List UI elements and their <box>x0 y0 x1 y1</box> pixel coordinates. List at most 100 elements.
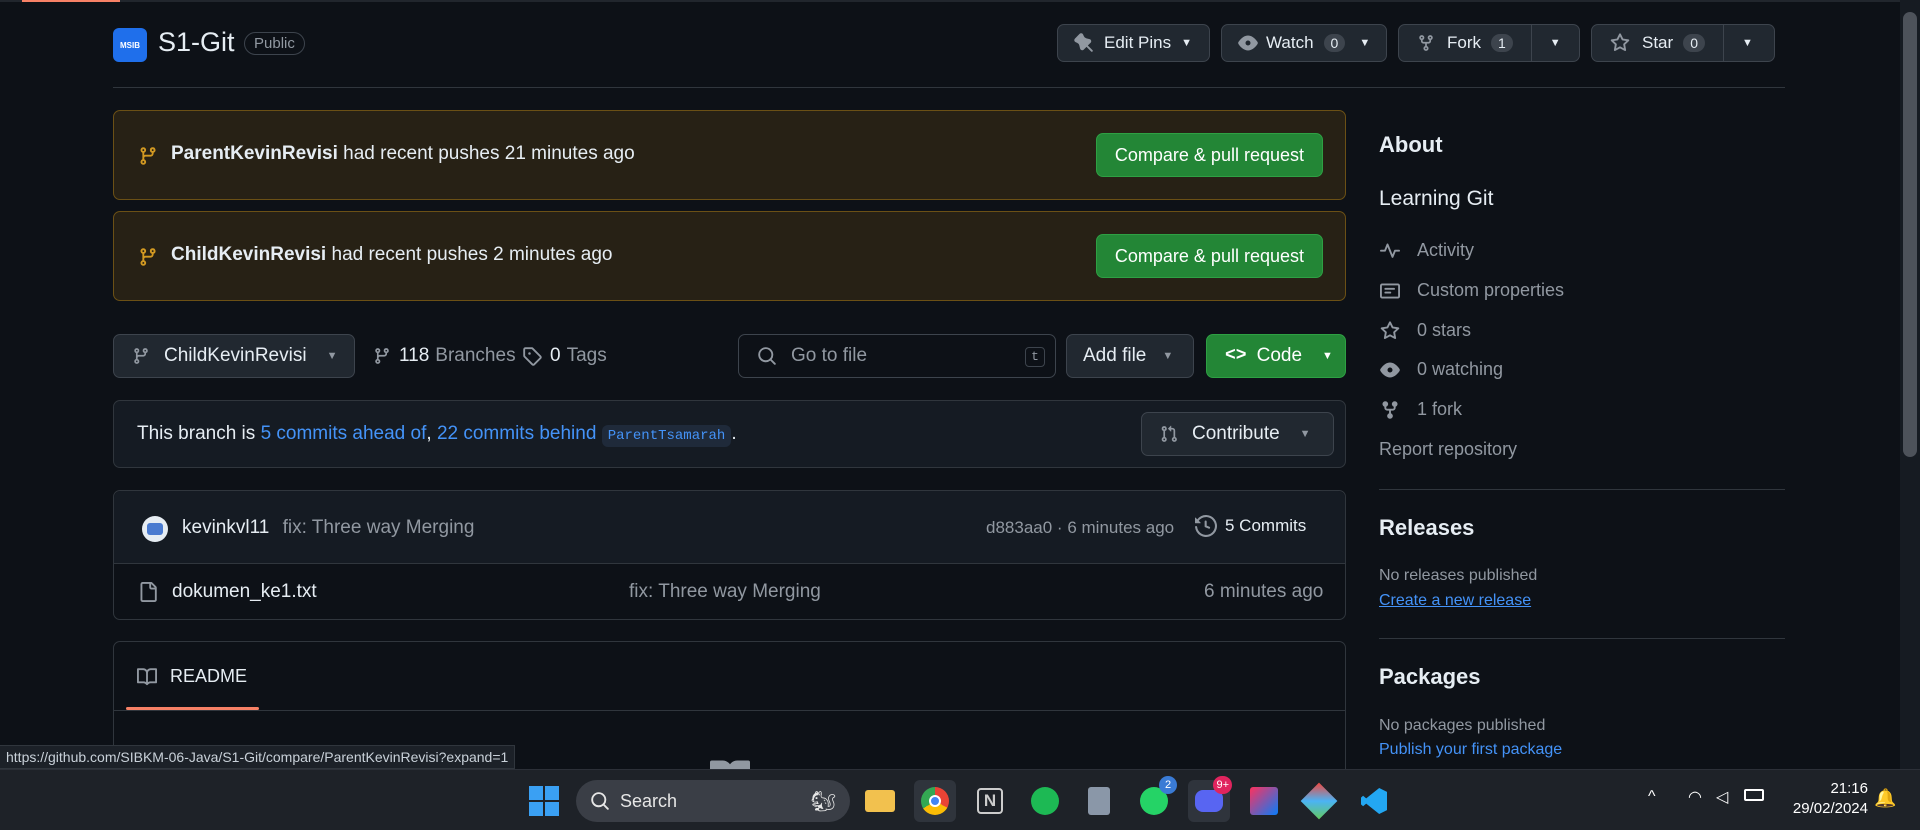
recent-push-banner: ChildKevinRevisi had recent pushes 2 min… <box>113 211 1346 301</box>
base-branch-link[interactable]: ParentTsamarah <box>601 425 732 447</box>
pushed-branch-name[interactable]: ChildKevinRevisi <box>171 244 326 265</box>
custom-properties-link[interactable]: Custom properties <box>1379 280 1564 301</box>
star-icon <box>1610 33 1630 52</box>
edit-pins-label: Edit Pins <box>1104 33 1172 52</box>
battery-icon[interactable] <box>1744 789 1764 801</box>
intellij-app[interactable] <box>1243 780 1285 822</box>
table-row[interactable]: dokumen_ke1.txt fix: Three way Merging 6… <box>114 564 1345 620</box>
code-button[interactable]: <> Code ▼ <box>1206 334 1346 378</box>
calculator-app[interactable] <box>1078 780 1120 822</box>
commits-ahead-link[interactable]: 5 commits ahead of <box>261 423 427 444</box>
commit-hash[interactable]: d883aa0 <box>986 518 1052 537</box>
packages-heading[interactable]: Packages <box>1379 664 1481 690</box>
chevron-down-icon: ▼ <box>1322 350 1333 362</box>
chrome-app[interactable] <box>914 780 956 822</box>
commit-author[interactable]: kevinkvl11 <box>182 517 269 538</box>
search-icon <box>591 792 609 810</box>
tag-icon <box>523 347 542 366</box>
contribute-button[interactable]: Contribute ▼ <box>1141 412 1334 456</box>
readme-tab[interactable]: README <box>136 666 247 687</box>
vscode-app[interactable] <box>1353 780 1395 822</box>
search-placeholder: Go to file <box>791 345 868 366</box>
commits-history-link[interactable]: 5 Commits <box>1195 515 1306 537</box>
branch-selector[interactable]: ChildKevinRevisi ▼ <box>113 334 355 378</box>
header-divider <box>113 87 1785 88</box>
publish-package-link[interactable]: Publish your first package <box>1379 741 1562 759</box>
start-button[interactable] <box>523 780 565 822</box>
current-branch-label: ChildKevinRevisi <box>164 345 307 366</box>
chevron-down-icon: ▼ <box>326 350 338 362</box>
chevron-down-icon: ▼ <box>1162 350 1174 362</box>
add-file-button[interactable]: Add file ▼ <box>1066 334 1194 378</box>
edit-pins-button[interactable]: Edit Pins ▼ <box>1057 24 1210 62</box>
file-explorer-app[interactable] <box>859 780 901 822</box>
chevron-up-icon[interactable]: ^ <box>1648 788 1656 806</box>
watchers-link[interactable]: 0 watching <box>1379 359 1503 380</box>
compare-pull-request-button[interactable]: Compare & pull request <box>1095 234 1323 278</box>
taskbar-search-label: Search <box>620 790 678 811</box>
avatar[interactable] <box>142 516 168 542</box>
branch-icon <box>134 348 148 364</box>
compare-pull-request-button[interactable]: Compare & pull request <box>1095 133 1323 177</box>
activity-link[interactable]: Activity <box>1379 240 1474 261</box>
tags-link[interactable]: 0 Tags <box>522 345 607 367</box>
latest-commit-bar: kevinkvl11 fix: Three way Merging d883aa… <box>114 491 1345 564</box>
branch-icon <box>375 348 389 364</box>
commit-message[interactable]: fix: Three way Merging <box>283 517 475 538</box>
pushed-branch-name[interactable]: ParentKevinRevisi <box>171 143 338 164</box>
branches-label: Branches <box>435 345 516 366</box>
fork-options-chevron-icon[interactable]: ▼ <box>1550 37 1561 49</box>
report-repository-link[interactable]: Report repository <box>1379 439 1517 460</box>
watch-button[interactable]: Watch 0 ▼ <box>1221 24 1387 62</box>
file-commit-message[interactable]: fix: Three way Merging <box>629 581 821 603</box>
push-time-text: had recent pushes 2 minutes ago <box>331 244 613 265</box>
go-to-file-input[interactable]: Go to file t <box>738 334 1056 378</box>
notification-bell-icon[interactable]: 🔔 <box>1874 788 1896 809</box>
forks-link[interactable]: 1 fork <box>1379 399 1462 420</box>
spotify-app[interactable] <box>1024 780 1066 822</box>
file-name-link[interactable]: dokumen_ke1.txt <box>172 581 317 603</box>
file-icon <box>140 582 157 602</box>
branch-compare-box: This branch is 5 commits ahead of, 22 co… <box>113 400 1346 468</box>
page-load-progress <box>0 0 1920 2</box>
note-icon <box>1380 283 1400 298</box>
notion-app[interactable]: N <box>969 780 1011 822</box>
eye-icon <box>1380 362 1400 377</box>
clock-time: 21:16 <box>1830 780 1868 797</box>
star-button[interactable]: Star 0 ▼ <box>1591 24 1775 62</box>
chevron-down-icon: ▼ <box>1299 428 1311 440</box>
page-scrollbar[interactable] <box>1900 0 1920 769</box>
whatsapp-app[interactable]: 2 <box>1133 776 1177 822</box>
releases-heading[interactable]: Releases <box>1379 515 1474 541</box>
notification-badge: 9+ <box>1213 776 1232 794</box>
tags-count: 0 <box>550 345 561 366</box>
stars-link[interactable]: 0 stars <box>1379 320 1471 341</box>
star-count: 0 <box>1683 34 1705 52</box>
repo-owner-avatar[interactable]: MSIB <box>113 28 147 62</box>
sourcetree-app[interactable] <box>1298 780 1340 822</box>
recent-push-banner: ParentKevinRevisi had recent pushes 21 m… <box>113 110 1346 200</box>
commits-behind-link[interactable]: 22 commits behind <box>437 423 596 444</box>
about-heading: About <box>1379 132 1443 157</box>
windows-taskbar: Search 🐿 N 2 9+ ^ ◠ ◁ 21:16 29/02/2024 🔔 <box>0 769 1920 830</box>
branch-icon <box>140 248 156 266</box>
branch-icon <box>140 147 156 165</box>
wifi-icon[interactable]: ◠ <box>1688 787 1702 807</box>
history-icon <box>1195 515 1217 537</box>
fork-button[interactable]: Fork 1 ▼ <box>1398 24 1580 62</box>
intellij-icon <box>1250 787 1278 815</box>
system-clock[interactable]: 21:16 29/02/2024 <box>1793 779 1868 819</box>
spotify-icon <box>1031 787 1059 815</box>
star-lists-chevron-icon[interactable]: ▼ <box>1742 37 1753 49</box>
branches-link[interactable]: 118 Branches <box>373 345 516 367</box>
add-file-label: Add file <box>1083 345 1147 366</box>
discord-app[interactable]: 9+ <box>1188 776 1232 822</box>
chevron-down-icon: ▼ <box>1359 37 1371 49</box>
pulse-icon <box>1380 243 1400 258</box>
taskbar-search[interactable]: Search 🐿 <box>576 780 850 822</box>
volume-icon[interactable]: ◁ <box>1716 787 1728 807</box>
fork-label: Fork <box>1447 33 1481 52</box>
create-release-link[interactable]: Create a new release <box>1379 592 1531 610</box>
repo-name-link[interactable]: S1-Git <box>158 27 235 58</box>
star-icon <box>1380 320 1400 339</box>
